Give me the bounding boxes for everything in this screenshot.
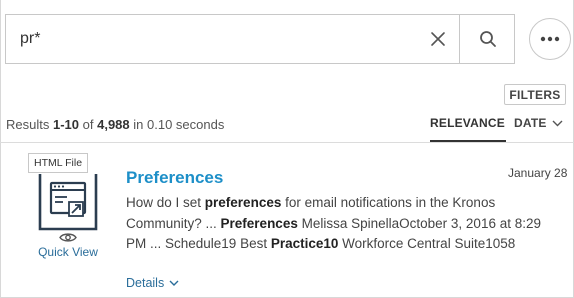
excerpt-highlight: Practice10 — [270, 236, 339, 251]
details-label: Details — [126, 276, 165, 290]
excerpt-text: Workforce Central Suite1058 — [338, 236, 516, 251]
quick-view-label: Quick View — [38, 245, 98, 259]
more-options-button[interactable] — [529, 18, 571, 60]
results-prefix: Results — [6, 117, 50, 132]
details-toggle[interactable]: Details — [126, 276, 179, 290]
chevron-down-icon — [552, 120, 563, 126]
filters-button[interactable]: FILTERS — [504, 84, 566, 105]
excerpt-highlight: Preferences — [220, 215, 298, 231]
result-date: January 28 — [508, 166, 568, 180]
results-of: of — [82, 117, 94, 132]
filetype-badge: HTML File — [28, 153, 89, 173]
more-horizontal-icon — [540, 36, 560, 42]
close-icon — [431, 32, 445, 46]
chevron-down-icon — [169, 280, 179, 286]
results-divider — [0, 142, 574, 143]
results-summary: Results 1-10 of 4,988 in 0.10 seconds — [6, 117, 224, 132]
eye-icon — [59, 233, 77, 242]
results-range: 1-10 — [52, 117, 80, 132]
results-total: 4,988 — [97, 117, 130, 132]
search-icon — [479, 31, 496, 47]
sort-relevance-tab[interactable]: RELEVANCE — [430, 116, 505, 130]
search-input[interactable] — [6, 15, 416, 63]
sort-date-tab[interactable]: DATE — [514, 116, 563, 130]
results-timing: in 0.10 seconds — [133, 117, 225, 132]
search-button[interactable] — [459, 15, 515, 63]
result-excerpt: How do I set preferences for email notif… — [126, 193, 556, 255]
excerpt-text: How do I set — [126, 195, 205, 210]
search-box — [5, 14, 515, 64]
clear-search-button[interactable] — [418, 15, 458, 63]
html-document-icon[interactable] — [37, 168, 99, 232]
excerpt-highlight: preferences — [204, 195, 282, 210]
quick-view-button[interactable]: Quick View — [33, 232, 103, 259]
sort-date-label: DATE — [514, 116, 547, 130]
result-title-link[interactable]: Preferences — [126, 168, 223, 188]
